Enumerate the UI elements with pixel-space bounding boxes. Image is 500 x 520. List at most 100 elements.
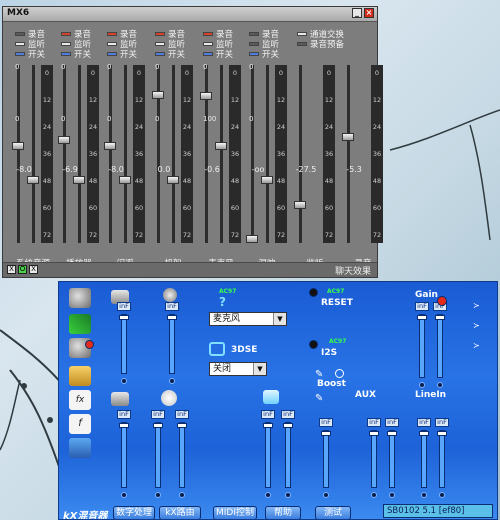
slider-value-box[interactable]: inF	[117, 410, 131, 419]
slider-value-box[interactable]: inF	[319, 418, 333, 427]
slider-value-box[interactable]: inF	[435, 418, 449, 427]
volume-slider[interactable]	[437, 430, 447, 488]
monitor-toggle[interactable]	[15, 42, 25, 46]
fader-knob[interactable]	[104, 141, 116, 150]
swap-toggle[interactable]	[297, 32, 307, 36]
fader-knob-2[interactable]	[27, 175, 39, 184]
slider-knob[interactable]	[263, 423, 273, 428]
slider-knob[interactable]	[435, 315, 445, 320]
volume-slider[interactable]	[167, 314, 177, 374]
function-icon[interactable]: f	[69, 414, 91, 434]
mail-icon[interactable]	[69, 366, 91, 386]
boost-led-icon[interactable]	[335, 369, 344, 378]
fader-knob[interactable]	[294, 201, 306, 209]
boost-label[interactable]: Boost	[317, 379, 346, 389]
close-button[interactable]: ×	[364, 8, 374, 18]
mute-dot[interactable]	[389, 492, 395, 498]
slider-knob[interactable]	[153, 423, 163, 428]
slider-knob[interactable]	[283, 423, 293, 428]
fader-track-2[interactable]	[124, 65, 127, 243]
slider-value-box[interactable]: inF	[281, 410, 295, 419]
gain-record-icon[interactable]	[437, 296, 447, 306]
footer-button-1[interactable]: X	[7, 265, 16, 274]
keypad-icon[interactable]	[69, 438, 91, 458]
volume-slider[interactable]	[387, 430, 397, 488]
mute-dot[interactable]	[121, 378, 127, 384]
slider-value-box[interactable]: inF	[367, 418, 381, 427]
slider-knob[interactable]	[177, 423, 187, 428]
slider-knob[interactable]	[369, 431, 379, 436]
mute-dot[interactable]	[419, 382, 425, 388]
arrow-right-icon-2[interactable]: ≻	[473, 322, 485, 330]
slider-knob[interactable]	[119, 315, 129, 320]
mic-select[interactable]: 麦克风 ▼	[209, 312, 287, 326]
volume-slider[interactable]	[321, 430, 331, 488]
fader-track[interactable]	[251, 65, 254, 243]
footer-button-3[interactable]: X	[29, 265, 38, 274]
monitor-toggle[interactable]	[61, 42, 71, 46]
fader-knob-2[interactable]	[261, 175, 273, 184]
reset-led-icon[interactable]	[309, 288, 318, 297]
fader-knob[interactable]	[200, 92, 212, 101]
mute-dot[interactable]	[179, 492, 185, 498]
slider-knob[interactable]	[119, 423, 129, 428]
reset-label[interactable]: RESET	[321, 298, 353, 308]
mute-dot[interactable]	[439, 492, 445, 498]
rec-monitor-toggle[interactable]	[297, 42, 307, 46]
volume-slider[interactable]	[119, 422, 129, 488]
volume-slider[interactable]	[119, 314, 129, 374]
slider-value-box[interactable]: inF	[151, 410, 165, 419]
fader-knob[interactable]	[12, 141, 24, 150]
fader-knob[interactable]	[58, 136, 70, 145]
slider-knob[interactable]	[321, 431, 331, 436]
fader-track[interactable]	[347, 65, 350, 243]
volume-slider[interactable]	[177, 422, 187, 488]
slider-value-box[interactable]: inF	[385, 418, 399, 427]
fader-track[interactable]	[299, 65, 302, 243]
mute-dot[interactable]	[265, 492, 271, 498]
chevron-down-icon[interactable]: ▼	[273, 313, 286, 325]
record-toggle[interactable]	[61, 32, 71, 36]
monitor-toggle[interactable]	[107, 42, 117, 46]
slider-value-box[interactable]: inF	[417, 418, 431, 427]
fader-track-2[interactable]	[78, 65, 81, 243]
fader-knob[interactable]	[246, 235, 258, 243]
fader-knob-2[interactable]	[73, 175, 85, 184]
volume-slider[interactable]	[263, 422, 273, 488]
record-toggle[interactable]	[107, 32, 117, 36]
monitor-toggle[interactable]	[249, 42, 259, 46]
mute-dot[interactable]	[323, 492, 329, 498]
volume-slider[interactable]	[153, 422, 163, 488]
i2s-led-icon[interactable]	[309, 340, 318, 349]
record-toggle[interactable]	[249, 32, 259, 36]
fader-track[interactable]	[109, 65, 112, 243]
slider-knob[interactable]	[167, 315, 177, 320]
slider-value-box[interactable]: inF	[165, 302, 179, 311]
volume-slider[interactable]	[369, 430, 379, 488]
arrow-right-icon-3[interactable]: ≻	[473, 342, 485, 350]
i2s-label[interactable]: I2S	[321, 348, 337, 358]
slider-knob[interactable]	[387, 431, 397, 436]
switch-toggle[interactable]	[107, 52, 117, 56]
mute-dot[interactable]	[121, 492, 127, 498]
record-toggle[interactable]	[203, 32, 213, 36]
record-toggle[interactable]	[15, 32, 25, 36]
volume-slider[interactable]	[419, 430, 429, 488]
slider-knob[interactable]	[417, 315, 427, 320]
switch-toggle[interactable]	[203, 52, 213, 56]
mixer-titlebar[interactable]: MX6 _ ×	[3, 7, 377, 22]
arrow-right-icon[interactable]: ≻	[473, 302, 485, 310]
footer-button-2[interactable]: O	[18, 265, 27, 274]
dsp-button[interactable]: 数字处理	[113, 506, 155, 519]
fader-track-2[interactable]	[266, 65, 269, 243]
fx-icon[interactable]: fx	[69, 390, 91, 410]
monitor-toggle[interactable]	[203, 42, 213, 46]
slider-value-box[interactable]: inF	[415, 302, 429, 311]
kx-router-button[interactable]: kX路由	[159, 506, 201, 519]
fader-track-2[interactable]	[220, 65, 223, 243]
help-button[interactable]: 帮助	[265, 506, 301, 519]
volume-slider[interactable]	[435, 314, 445, 378]
switch-toggle[interactable]	[61, 52, 71, 56]
slider-knob[interactable]	[437, 431, 447, 436]
slider-value-box[interactable]: inF	[175, 410, 189, 419]
